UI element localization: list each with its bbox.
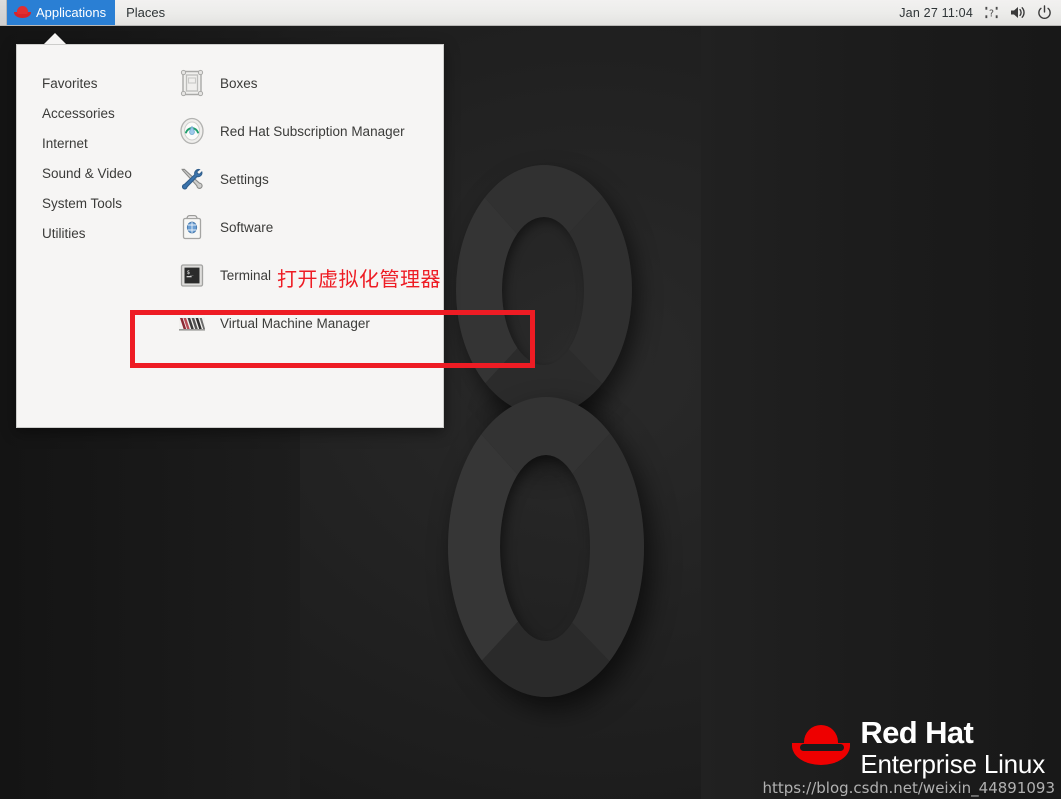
menu-application-list: Boxes Red Hat Subscription Manager Setti… — [165, 45, 443, 427]
svg-text:?: ? — [989, 8, 994, 19]
red-hat-branding: Red Hat Enterprise Linux — [792, 717, 1045, 777]
brand-text-block: Red Hat Enterprise Linux — [860, 717, 1045, 777]
brand-line-enterprise-linux: Enterprise Linux — [860, 749, 1045, 779]
red-hat-logo-icon — [792, 723, 851, 769]
volume-icon[interactable] — [1010, 5, 1026, 20]
menu-category-list: Favorites Accessories Internet Sound & V… — [17, 45, 165, 427]
app-label: Settings — [220, 171, 269, 187]
category-item-accessories[interactable]: Accessories — [17, 99, 165, 129]
category-item-system-tools[interactable]: System Tools — [17, 189, 165, 219]
category-label: Favorites — [42, 76, 98, 91]
category-item-favorites[interactable]: Favorites — [17, 69, 165, 99]
eight-glyph-upper-ring — [456, 165, 632, 415]
category-label: Sound & Video — [42, 166, 132, 181]
watermark-url: https://blog.csdn.net/weixin_44891093 — [762, 779, 1055, 797]
app-label: Boxes — [220, 75, 258, 91]
brand-line-red-hat: Red Hat — [860, 715, 974, 750]
category-item-internet[interactable]: Internet — [17, 129, 165, 159]
applications-menu-label: Applications — [36, 4, 107, 20]
panel-status-area: Jan 27 11:04 ? — [899, 0, 1061, 25]
category-label: Accessories — [42, 106, 115, 121]
app-item-virtual-machine-manager[interactable]: Virtual Machine Manager — [165, 299, 443, 347]
boxes-icon — [177, 68, 207, 98]
top-panel: Applications Places Jan 27 11:04 ? — [0, 0, 1061, 26]
clock[interactable]: Jan 27 11:04 — [899, 6, 973, 20]
app-label: Software — [220, 219, 274, 235]
category-label: Internet — [42, 136, 88, 151]
app-label: Virtual Machine Manager — [220, 315, 370, 331]
wallpaper-right-gradient — [701, 0, 1061, 799]
eight-glyph-lower-ring — [448, 397, 644, 697]
red-hat-fedora-icon — [14, 6, 31, 19]
desktop-screen: Applications Places Jan 27 11:04 ? Favor… — [0, 0, 1061, 799]
app-item-red-hat-subscription-manager[interactable]: Red Hat Subscription Manager — [165, 107, 443, 155]
panel-hot-corner[interactable] — [0, 0, 7, 25]
panel-spacer — [176, 0, 899, 25]
app-item-settings[interactable]: Settings — [165, 155, 443, 203]
menu-pointer-arrow — [44, 33, 66, 44]
category-item-utilities[interactable]: Utilities — [17, 219, 165, 249]
app-label: Red Hat Subscription Manager — [220, 123, 405, 139]
annotation-note-text: 打开虚拟化管理器 — [277, 267, 441, 291]
wallpaper-eight-glyph — [448, 165, 648, 725]
applications-menu-popup: Favorites Accessories Internet Sound & V… — [16, 44, 444, 428]
app-label: Terminal — [220, 267, 272, 283]
subscription-manager-icon — [177, 116, 207, 146]
settings-tools-icon — [177, 164, 207, 194]
category-label: System Tools — [42, 196, 123, 211]
places-menu-button[interactable]: Places — [115, 0, 176, 25]
accessibility-icon[interactable]: ? — [984, 5, 999, 20]
places-menu-label: Places — [126, 5, 166, 20]
app-item-software[interactable]: Software — [165, 203, 443, 251]
terminal-icon: $_ — [177, 260, 207, 290]
category-label: Utilities — [42, 226, 86, 241]
category-item-sound-video[interactable]: Sound & Video — [17, 159, 165, 189]
software-bag-icon — [177, 212, 207, 242]
applications-menu-button[interactable]: Applications — [7, 0, 116, 25]
app-item-boxes[interactable]: Boxes — [165, 59, 443, 107]
power-icon[interactable] — [1037, 5, 1052, 20]
virtual-machine-manager-icon — [177, 308, 207, 338]
svg-text:$_: $_ — [187, 270, 194, 276]
